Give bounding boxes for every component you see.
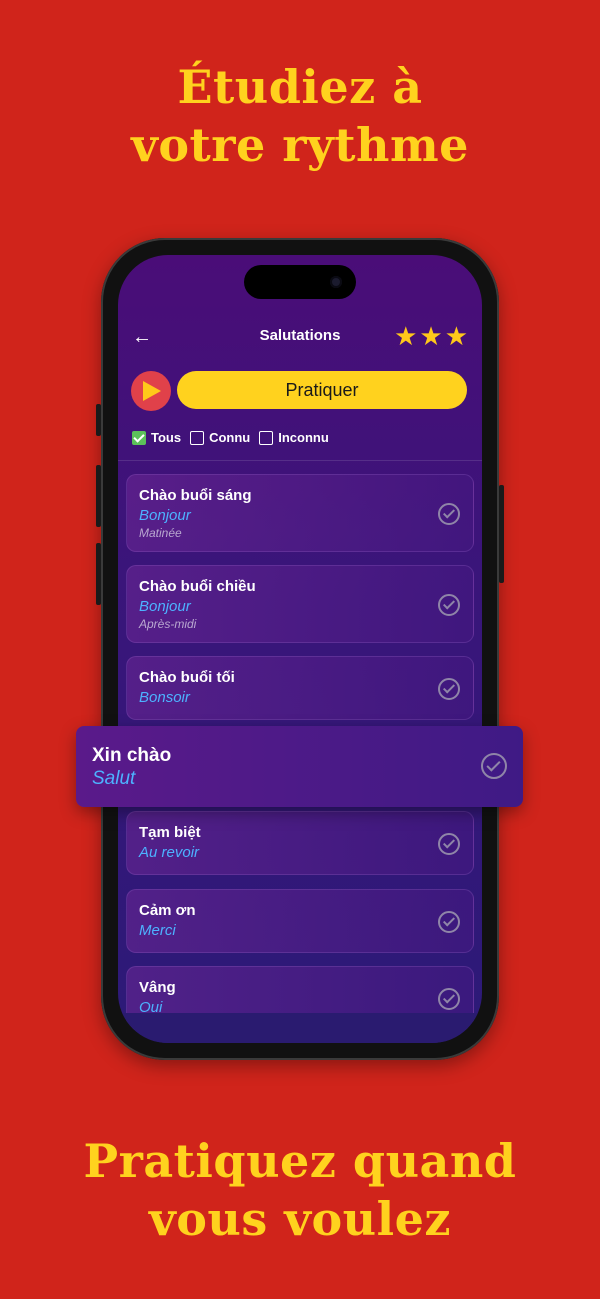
app-bar: ← Salutations ★ ★ ★: [118, 317, 482, 357]
headline-top-line1: Étudiez à: [177, 60, 423, 114]
list-item[interactable]: Chào buổi tối Bonsoir: [126, 656, 474, 720]
check-circle-icon[interactable]: [438, 911, 460, 933]
check-circle-icon[interactable]: [438, 503, 460, 525]
vietnamese-phrase: Tạm biệt: [139, 824, 201, 841]
checkbox-checked-icon[interactable]: [132, 430, 146, 445]
star-icon: ★: [394, 321, 418, 351]
list-item[interactable]: Cảm ơn Merci: [126, 889, 474, 953]
list-item[interactable]: Tạm biệt Au revoir: [126, 811, 474, 875]
list-item[interactable]: Chào buổi sáng Bonjour Matinée: [126, 474, 474, 552]
vietnamese-phrase: Vâng: [139, 979, 176, 996]
check-circle-icon[interactable]: [481, 753, 507, 779]
headline-top: Étudiez à votre rythme: [0, 58, 600, 174]
phone-volume-up: [96, 465, 101, 527]
vietnamese-phrase: Chào buổi sáng: [139, 487, 252, 504]
headline-bottom-line2: vous voulez: [149, 1192, 451, 1246]
french-translation: Au revoir: [139, 844, 200, 861]
filter-label: Tous: [151, 430, 182, 445]
phone-volume-down: [96, 543, 101, 605]
filter-label: Connu: [209, 430, 251, 445]
checkbox-icon[interactable]: [259, 430, 274, 445]
french-translation: Salut: [92, 768, 136, 789]
french-translation: Bonjour: [139, 507, 191, 524]
vietnamese-phrase: Chào buổi tối: [139, 669, 235, 686]
divider: [118, 460, 482, 461]
checkbox-icon[interactable]: [190, 430, 205, 445]
phone-mute-switch: [96, 404, 101, 436]
bottom-bar: [118, 1013, 482, 1043]
french-translation: Bonsoir: [139, 689, 190, 706]
play-icon: [143, 381, 161, 401]
check-circle-icon[interactable]: [438, 988, 460, 1010]
filter-unknown[interactable]: Inconnu: [259, 430, 329, 445]
headline-bottom: Pratiquez quand vous voulez: [0, 1132, 600, 1248]
headline-top-line2: votre rythme: [131, 118, 469, 172]
vietnamese-phrase: Cảm ơn: [139, 902, 196, 919]
star-icon: ★: [444, 321, 468, 351]
practice-button[interactable]: Pratiquer: [177, 371, 467, 409]
filter-known[interactable]: Connu: [190, 430, 250, 445]
highlighted-list-item[interactable]: Xin chào Salut: [76, 726, 523, 807]
french-translation: Bonjour: [139, 598, 191, 615]
phrase-note: Après-midi: [139, 617, 197, 631]
vietnamese-phrase: Chào buổi chiều: [139, 578, 256, 595]
check-circle-icon[interactable]: [438, 678, 460, 700]
phone-power-button: [499, 485, 504, 583]
filter-bar: Tous Connu Inconnu: [132, 430, 329, 445]
check-circle-icon[interactable]: [438, 594, 460, 616]
french-translation: Merci: [139, 922, 176, 939]
filter-label: Inconnu: [278, 430, 329, 445]
vietnamese-phrase: Xin chào: [92, 745, 172, 766]
phone-screen: ← Salutations ★ ★ ★ Pratiquer Tous Connu…: [118, 255, 482, 1043]
filter-all[interactable]: Tous: [132, 430, 181, 445]
phrase-note: Matinée: [139, 526, 182, 540]
list-item[interactable]: Chào buổi chiều Bonjour Après-midi: [126, 565, 474, 643]
star-icon: ★: [419, 321, 443, 351]
headline-bottom-line1: Pratiquez quand: [83, 1134, 517, 1188]
play-audio-button[interactable]: [131, 371, 171, 411]
check-circle-icon[interactable]: [438, 833, 460, 855]
rating-stars: ★ ★ ★: [394, 322, 468, 350]
camera-icon: [330, 276, 342, 288]
dynamic-island: [244, 265, 356, 299]
